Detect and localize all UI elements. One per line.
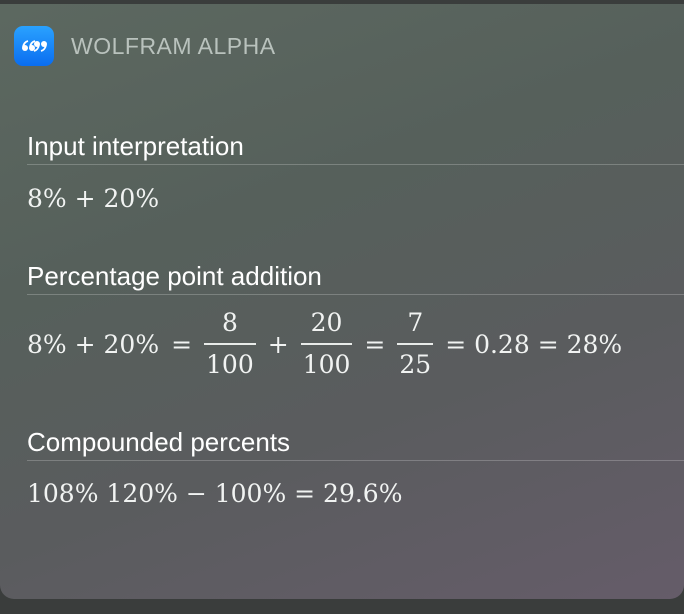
pod-divider <box>27 460 684 461</box>
equals-sign: = <box>171 329 193 359</box>
fraction-numerator: 8 <box>221 308 238 337</box>
fraction-20-over-100: 20 100 <box>300 306 353 382</box>
pod-percentage-point-addition: Percentage point addition 8% + 20% = 8 1… <box>27 260 684 389</box>
pod-divider <box>27 164 684 165</box>
pod-result: 8% + 20% <box>27 184 160 213</box>
fraction-bar <box>204 343 256 345</box>
pod-divider <box>27 294 684 295</box>
pod-title: Compounded percents <box>27 427 291 457</box>
pod-title: Input interpretation <box>27 131 244 161</box>
quote-bubble-icon <box>14 26 54 66</box>
pod-result-equation: 8% + 20% = 8 100 + 20 100 = 7 25 = 0.28 … <box>27 299 684 389</box>
wolfram-alpha-result-card[interactable]: WOLFRAM ALPHA Input interpretation 8% + … <box>0 4 684 599</box>
fraction-denominator: 100 <box>206 350 254 379</box>
plus-sign: + <box>267 329 289 359</box>
fraction-bar <box>300 343 353 345</box>
fraction-numerator: 20 <box>310 308 343 337</box>
fraction-8-over-100: 8 100 <box>204 306 256 382</box>
fraction-numerator: 7 <box>407 308 424 337</box>
fraction-denominator: 100 <box>302 350 351 379</box>
app-name: WOLFRAM ALPHA <box>71 32 276 59</box>
pod-input-interpretation: Input interpretation 8% + 20% <box>27 130 684 213</box>
pod-title: Percentage point addition <box>27 261 322 291</box>
card-header: WOLFRAM ALPHA <box>14 26 276 66</box>
equation-result: = 0.28 = 28% <box>445 329 623 359</box>
equals-sign: = <box>364 329 386 359</box>
fraction-7-over-25: 7 25 <box>397 306 434 382</box>
equation-lhs: 8% + 20% <box>27 329 160 359</box>
pod-compounded-percents: Compounded percents 108% 120% − 100% = 2… <box>27 426 684 508</box>
pod-result: 108% 120% − 100% = 29.6% <box>27 479 403 508</box>
fraction-denominator: 25 <box>399 350 432 379</box>
fraction-bar <box>397 343 434 345</box>
